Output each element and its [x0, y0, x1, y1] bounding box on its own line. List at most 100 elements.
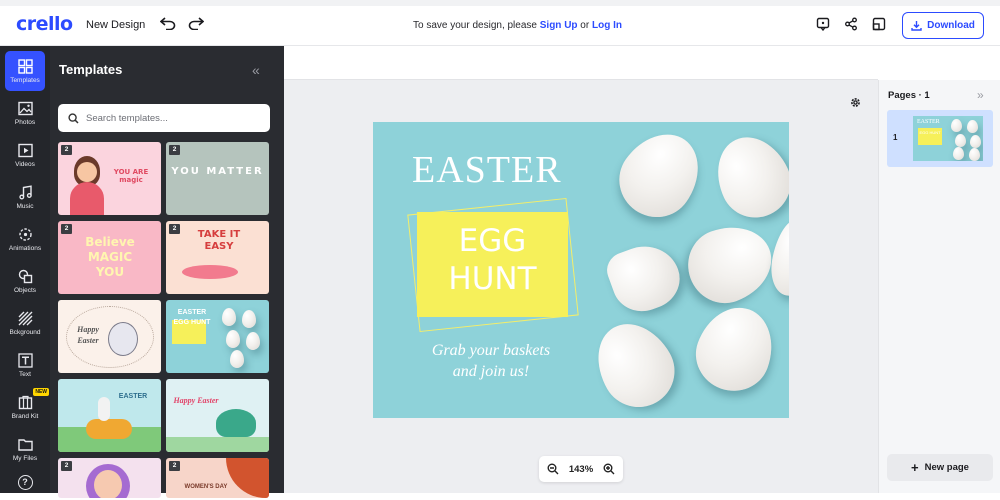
- template-tile[interactable]: EASTER: [58, 379, 161, 452]
- page-count-badge: 2: [61, 224, 72, 234]
- log-in-link[interactable]: Log In: [592, 20, 622, 31]
- help-icon: ?: [17, 474, 33, 490]
- template-text: WOMEN'S DAY: [184, 484, 228, 490]
- thumb-title: EASTER: [917, 119, 940, 125]
- download-button[interactable]: Download: [902, 12, 984, 39]
- download-label: Download: [927, 20, 975, 31]
- share-icon[interactable]: [844, 17, 858, 31]
- rail-item-animations[interactable]: Animations: [5, 219, 45, 259]
- rail-label: Objects: [13, 286, 37, 294]
- egg-image[interactable]: [677, 214, 783, 314]
- page-number: 1: [893, 133, 898, 142]
- plus-icon: +: [911, 459, 919, 475]
- egg-image[interactable]: [703, 125, 789, 229]
- rail-item-background[interactable]: Bckground: [5, 303, 45, 343]
- egg-image[interactable]: [582, 309, 688, 418]
- template-tile[interactable]: Happy Easter: [166, 379, 269, 452]
- template-tile[interactable]: YOU ARE magic 2: [58, 142, 161, 215]
- help-button[interactable]: ?: [5, 464, 45, 500]
- rail-label: Bckground: [9, 328, 41, 336]
- my-files-icon: [17, 438, 33, 451]
- new-page-button[interactable]: + New page: [887, 454, 993, 481]
- pages-panel: Pages · 1 » 1 EASTER EGG HUNT + New page: [878, 80, 1000, 493]
- download-icon: [911, 21, 922, 31]
- page-count-badge: 2: [169, 461, 180, 471]
- rail-label: Templates: [10, 76, 40, 84]
- egg-image[interactable]: [605, 122, 715, 232]
- background-icon: [18, 311, 32, 325]
- tagline-line-2: and join us!: [452, 363, 530, 380]
- rail-label: Animations: [8, 244, 42, 252]
- rail-item-photos[interactable]: Photos: [5, 93, 45, 133]
- thumb-sub: EGG HUNT: [919, 130, 941, 135]
- egg-hunt-line-2: HUNT: [448, 261, 537, 297]
- editor-toolbar: [284, 46, 878, 80]
- page-thumbnail[interactable]: EASTER EGG HUNT: [913, 116, 983, 161]
- page-count-badge: 2: [169, 145, 180, 155]
- search-box[interactable]: [58, 104, 270, 132]
- zoom-out-icon[interactable]: [547, 463, 559, 475]
- brand-kit-icon: [18, 395, 32, 409]
- template-tile[interactable]: WOMEN'S DAY 2: [166, 458, 269, 498]
- egg-image[interactable]: [685, 296, 785, 402]
- template-text: EASTER EGG HUNT: [173, 309, 211, 326]
- rail-item-my-files[interactable]: My Files: [5, 429, 45, 469]
- templates-icon: [17, 58, 33, 74]
- rail-item-videos[interactable]: Videos: [5, 135, 45, 175]
- rail-label: Brand Kit: [11, 412, 39, 420]
- rail-item-templates[interactable]: Templates: [5, 51, 45, 91]
- objects-icon: [18, 269, 32, 283]
- search-input[interactable]: [86, 112, 256, 124]
- tagline-line-1: Grab your baskets: [431, 342, 551, 359]
- rail-label: Photos: [14, 118, 36, 126]
- resize-icon[interactable]: [872, 17, 886, 31]
- template-text: Happy Easter: [77, 325, 99, 345]
- rail-label: Text: [19, 370, 31, 378]
- new-badge: NEW: [33, 388, 49, 396]
- rail-item-music[interactable]: Music: [5, 177, 45, 217]
- zoom-in-icon[interactable]: [603, 463, 615, 475]
- workspace: EASTER EGG HUNT Grab your baskets and jo…: [284, 46, 878, 493]
- save-message-or: or: [577, 20, 592, 31]
- rail-item-text[interactable]: Text: [5, 345, 45, 385]
- template-tile[interactable]: YOU MATTER 2: [166, 142, 269, 215]
- template-text: YOU ARE magic: [113, 168, 149, 184]
- canvas-title[interactable]: EASTER: [412, 148, 562, 192]
- template-tile[interactable]: TAKE IT EASY 2: [166, 221, 269, 294]
- feedback-icon[interactable]: [816, 17, 830, 31]
- template-tile[interactable]: Believe MAGIC YOU 2: [58, 221, 161, 294]
- redo-icon[interactable]: [188, 16, 204, 30]
- rail-item-objects[interactable]: Objects: [5, 261, 45, 301]
- template-tile[interactable]: EASTER EGG HUNT: [166, 300, 269, 373]
- left-rail: Templates Photos Videos Music Animations…: [0, 46, 50, 493]
- save-message-text: To save your design, please: [413, 20, 540, 31]
- rail-item-brand-kit[interactable]: Brand Kit NEW: [5, 387, 49, 427]
- app-logo[interactable]: crello: [16, 13, 73, 35]
- help-glyph: ?: [22, 476, 28, 487]
- broken-egg-shell[interactable]: [602, 236, 688, 320]
- panel-title: Templates: [59, 62, 123, 77]
- zoom-level[interactable]: 143%: [569, 464, 593, 475]
- videos-icon: [17, 143, 33, 157]
- tagline-text[interactable]: Grab your baskets and join us!: [391, 340, 591, 382]
- rail-label: My Files: [12, 454, 38, 462]
- collapse-panel-button[interactable]: «: [252, 62, 260, 78]
- template-tile[interactable]: Happy Easter: [58, 300, 161, 373]
- template-text: YOU MATTER: [171, 166, 264, 177]
- templates-panel: Templates « YOU ARE magic 2 YOU MATTER 2…: [50, 46, 284, 498]
- page-thumbnail-item[interactable]: 1 EASTER EGG HUNT: [887, 110, 993, 167]
- settings-icon[interactable]: [849, 96, 862, 109]
- expand-pages-button[interactable]: »: [977, 88, 984, 102]
- sign-up-link[interactable]: Sign Up: [540, 20, 578, 31]
- zoom-controls: 143%: [539, 456, 623, 482]
- pages-title: Pages · 1: [888, 90, 930, 101]
- egg-hunt-text[interactable]: EGG HUNT: [417, 222, 568, 298]
- template-text: Happy Easter: [173, 396, 219, 405]
- undo-icon[interactable]: [160, 16, 176, 30]
- animations-icon: [18, 227, 32, 241]
- design-canvas[interactable]: EASTER EGG HUNT Grab your baskets and jo…: [373, 122, 789, 418]
- design-name[interactable]: New Design: [86, 19, 145, 31]
- new-page-label: New page: [924, 462, 969, 473]
- text-icon: [17, 352, 33, 368]
- template-tile[interactable]: 2: [58, 458, 161, 498]
